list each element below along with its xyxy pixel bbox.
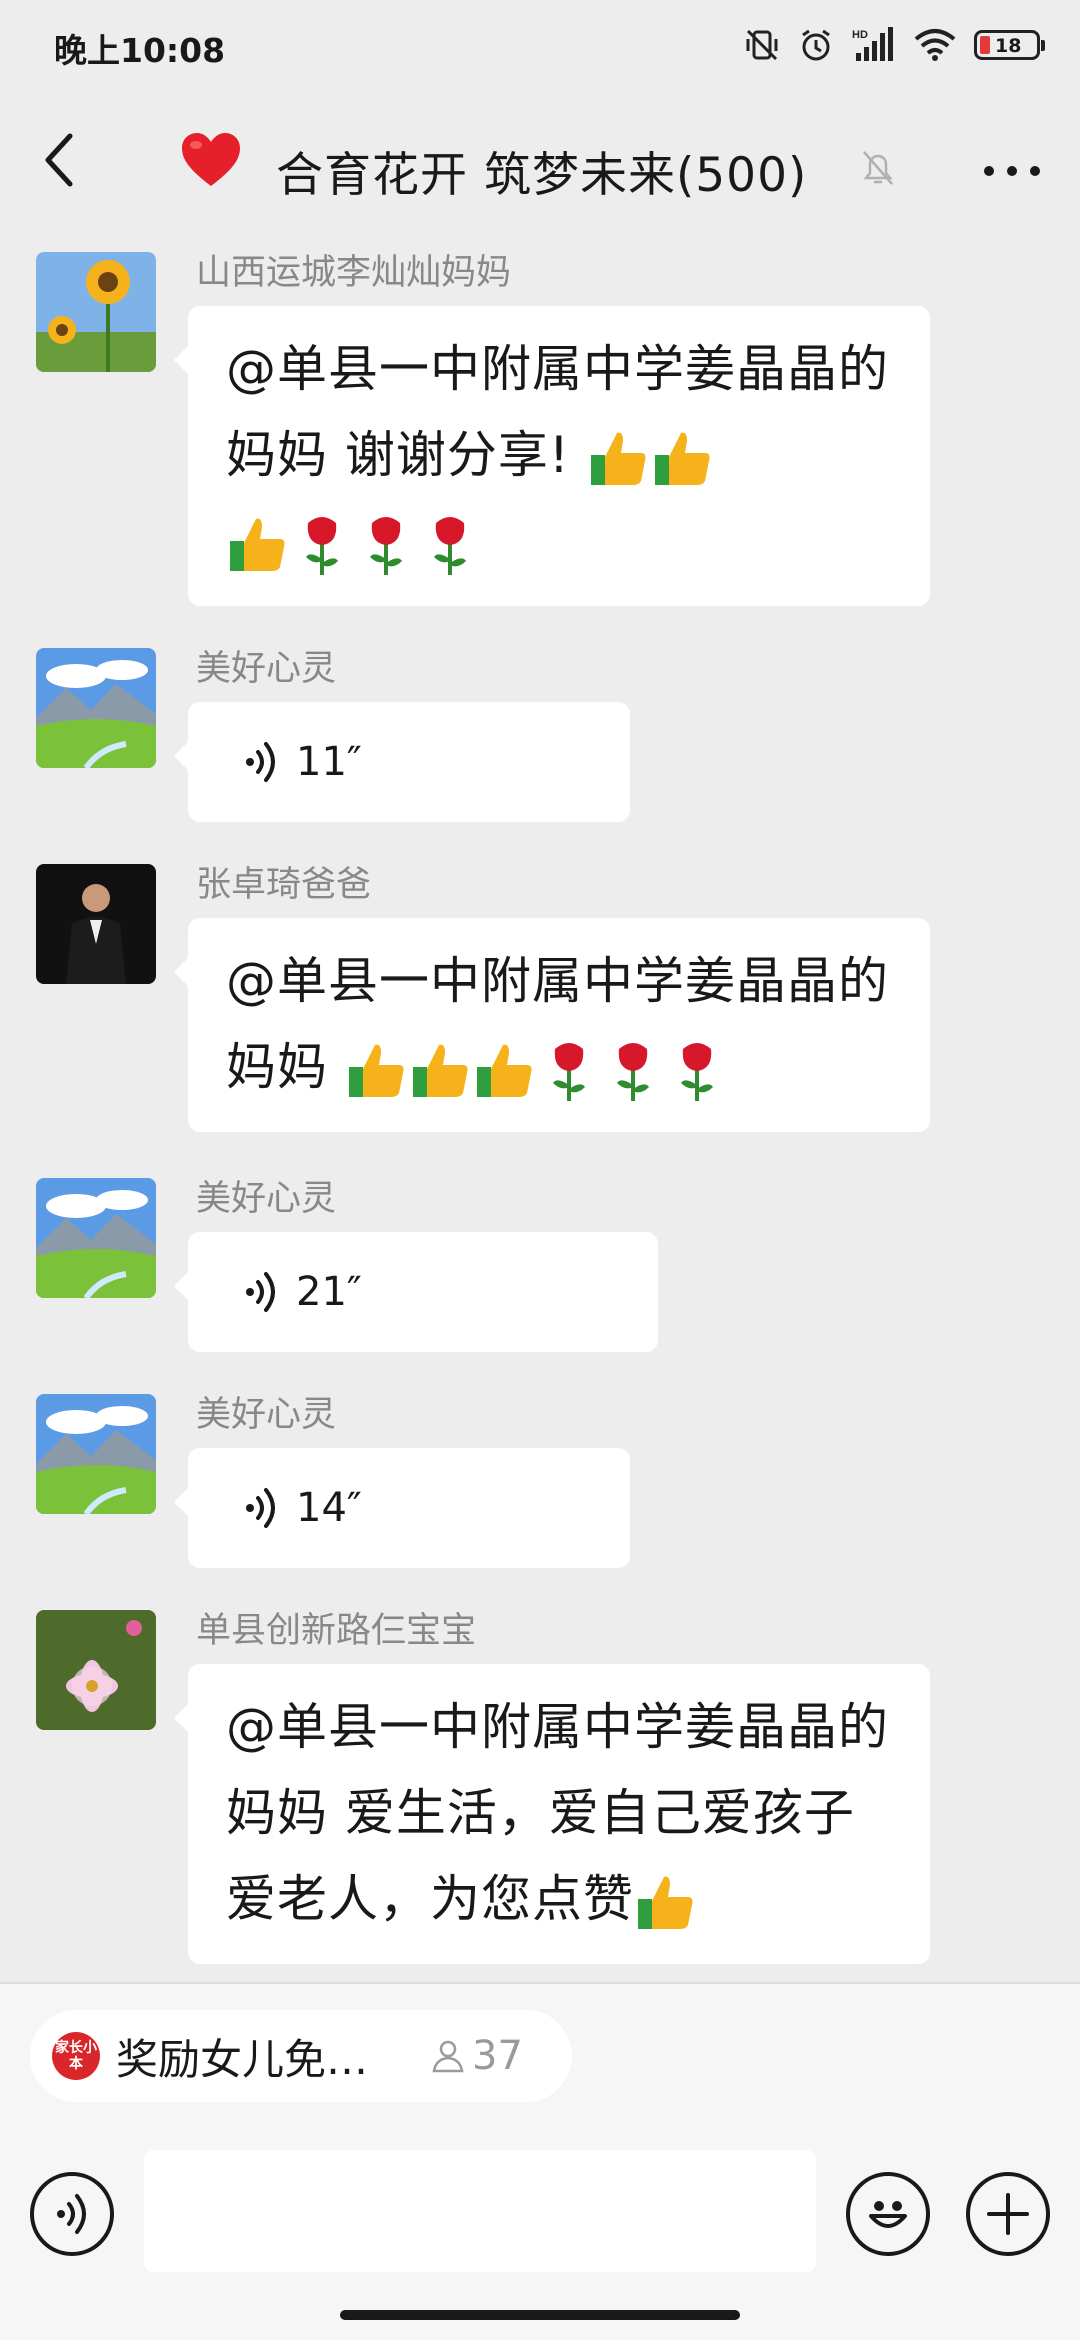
voice-wave-icon bbox=[246, 1488, 275, 1528]
more-dots-icon[interactable] bbox=[982, 164, 1042, 178]
rose-icon bbox=[370, 516, 402, 575]
rose-icon bbox=[616, 1042, 649, 1101]
thumbs-up-icon bbox=[230, 518, 285, 571]
rose-icon bbox=[680, 1042, 713, 1101]
voice-wave-icon bbox=[246, 1272, 275, 1312]
chat-header: 合育花开 筑梦未来(500) bbox=[0, 92, 1080, 242]
notice-title: 奖励女儿免… bbox=[116, 2034, 369, 2084]
voice-icon bbox=[57, 2194, 86, 2234]
message-bubble[interactable]: @单县一中附属中学姜晶晶的妈妈 谢谢分享! bbox=[174, 306, 930, 606]
voice-duration: 11″ bbox=[296, 739, 362, 785]
avatar[interactable] bbox=[36, 648, 156, 768]
voice-duration: 21″ bbox=[296, 1269, 362, 1315]
battery-level: 18 bbox=[995, 35, 1022, 57]
svg-text:HD: HD bbox=[852, 29, 868, 41]
sender-name: 单县创新路仨宝宝 bbox=[196, 1611, 477, 1651]
status-icons: HD 18 bbox=[744, 22, 1045, 68]
message-bubble[interactable]: @单县一中附属中学姜晶晶的妈妈 爱生活，爱自己爱孩子爱老人，为您点赞 bbox=[174, 1664, 930, 1964]
sender-name: 美好心灵 bbox=[196, 649, 337, 689]
message-bubble[interactable]: @单县一中附属中学姜晶晶的妈妈 bbox=[174, 918, 930, 1132]
rose-icon bbox=[434, 516, 466, 575]
thumbs-up-icon bbox=[590, 432, 646, 485]
input-panel: 家长小本 奖励女儿免… 37 bbox=[0, 1984, 1080, 2340]
voice-message-bubble[interactable]: 11″ bbox=[174, 702, 630, 822]
sender-name: 美好心灵 bbox=[196, 1395, 337, 1435]
message-text: @单县一中附属中学姜晶晶的妈妈 谢谢分享! bbox=[226, 340, 889, 484]
voice-duration: 14″ bbox=[296, 1485, 362, 1531]
rose-icon bbox=[306, 516, 338, 575]
home-indicator[interactable] bbox=[340, 2310, 740, 2320]
avatar[interactable] bbox=[36, 1394, 156, 1514]
plus-button[interactable] bbox=[966, 2172, 1050, 2256]
voice-message-bubble[interactable]: 21″ bbox=[174, 1232, 658, 1352]
group-notice-pill[interactable]: 家长小本 奖励女儿免… 37 bbox=[30, 2010, 572, 2102]
avatar[interactable] bbox=[36, 252, 156, 372]
rose-icon bbox=[552, 1042, 585, 1101]
emoji-button[interactable] bbox=[846, 2172, 930, 2256]
sender-name: 山西运城李灿灿妈妈 bbox=[196, 253, 512, 293]
thumbs-up-icon bbox=[348, 1044, 404, 1097]
avatar[interactable] bbox=[36, 1178, 156, 1298]
message-input[interactable] bbox=[144, 2150, 816, 2272]
notice-logo-text: 家长小本 bbox=[55, 2040, 97, 2072]
status-bar: 晚上10:08 HD 18 bbox=[0, 0, 1080, 92]
sender-name: 美好心灵 bbox=[196, 1179, 337, 1219]
sender-name: 张卓琦爸爸 bbox=[196, 865, 372, 905]
avatar[interactable] bbox=[36, 864, 156, 984]
voice-message-bubble[interactable]: 14″ bbox=[174, 1448, 630, 1568]
alarm-icon bbox=[802, 29, 830, 61]
plus-icon bbox=[987, 2193, 1029, 2235]
chevron-left-icon[interactable] bbox=[40, 130, 80, 190]
notice-count: 37 bbox=[472, 2033, 523, 2079]
avatar[interactable] bbox=[36, 1610, 156, 1730]
battery-icon: 18 bbox=[974, 30, 1045, 60]
wifi-icon bbox=[914, 29, 956, 61]
smiley-icon bbox=[869, 2201, 907, 2228]
voice-toggle-button[interactable] bbox=[30, 2172, 114, 2256]
bell-mute-icon bbox=[863, 151, 893, 185]
chat-title: 合育花开 筑梦未来(500) bbox=[276, 148, 808, 203]
voice-wave-icon bbox=[246, 742, 275, 782]
thumbs-up-icon bbox=[412, 1044, 468, 1097]
red-heart-icon bbox=[182, 133, 240, 186]
signal-icon: HD bbox=[852, 27, 893, 61]
thumbs-up-icon bbox=[654, 432, 710, 485]
status-time: 晚上10:08 bbox=[54, 31, 226, 70]
thumbs-up-icon bbox=[476, 1044, 532, 1097]
notice-app-logo: 家长小本 bbox=[52, 2032, 100, 2080]
vibrate-off-icon bbox=[746, 29, 778, 61]
message-list[interactable]: 山西运城李灿灿妈妈 @单县一中附属中学姜晶晶的妈妈 谢谢分享! 美好心灵 11″… bbox=[0, 242, 1080, 1982]
thumbs-up-icon bbox=[638, 1876, 693, 1929]
message-text: @单县一中附属中学姜晶晶的妈妈 爱生活，爱自己爱孩子爱老人，为您点赞 bbox=[226, 1698, 889, 1928]
person-icon bbox=[432, 2040, 464, 2073]
